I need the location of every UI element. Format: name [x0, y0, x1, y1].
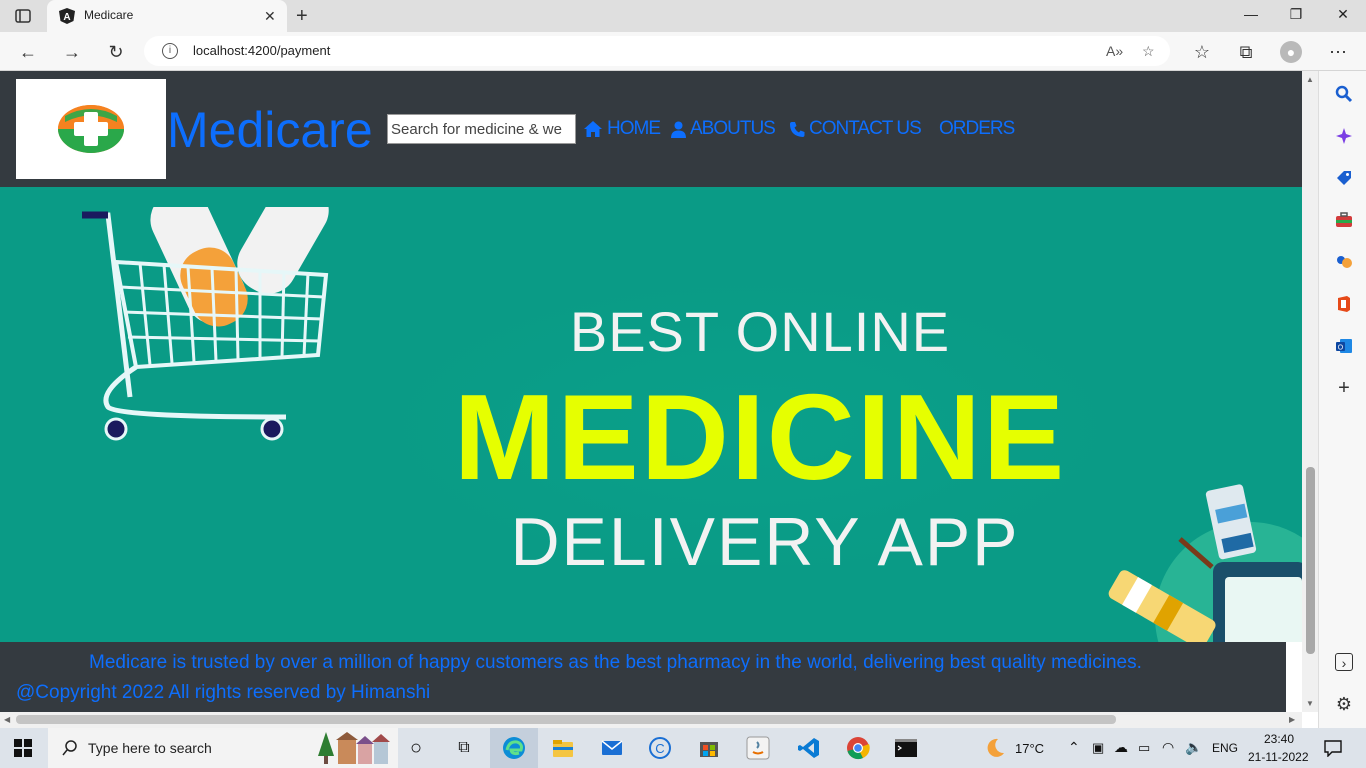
angular-favicon-icon: A [59, 8, 75, 24]
brand-title[interactable]: Medicare [167, 101, 373, 159]
search-icon[interactable] [1335, 85, 1353, 103]
browser-tab-bar: A Medicare ✕ + — ❐ ✕ [0, 0, 1366, 32]
svg-text:A: A [63, 12, 70, 23]
vertical-scroll-thumb[interactable] [1306, 467, 1315, 654]
refresh-icon[interactable]: ↻ [105, 41, 127, 63]
taskbar-search-placeholder: Type here to search [88, 740, 212, 756]
banner-line-1: BEST ONLINE [569, 300, 951, 363]
nav-orders-label: ORDERS [939, 118, 1015, 139]
nav-about-label: ABOUTUS [690, 118, 776, 139]
medical-cross-logo-icon [58, 105, 124, 153]
meet-icon[interactable]: ▣ [1092, 740, 1104, 756]
village-illustration-icon [318, 732, 390, 764]
minimize-icon[interactable]: — [1241, 6, 1261, 22]
clock-date[interactable]: 21-11-2022 [1248, 750, 1309, 764]
site-footer: Medicare is trusted by over a million of… [0, 642, 1286, 712]
battery-icon[interactable]: ▭ [1138, 740, 1150, 756]
footer-tagline: Medicare is trusted by over a million of… [89, 652, 1142, 673]
scroll-left-icon[interactable]: ◀ [4, 715, 10, 724]
clock-time[interactable]: 23:40 [1264, 732, 1294, 746]
games-icon[interactable] [1335, 253, 1353, 271]
url-text[interactable]: localhost:4200/payment [193, 43, 330, 58]
cloud-icon[interactable]: ☁ [1114, 739, 1128, 756]
task-view-icon[interactable]: ⧉ [452, 736, 476, 760]
terminal-icon[interactable] [894, 736, 918, 760]
phone-icon [790, 121, 805, 137]
outlook-icon[interactable]: O [1335, 337, 1353, 355]
site-header: Medicare HOME ABOUTUS CONTACT US ORDERS [0, 71, 1302, 187]
user-icon [671, 121, 686, 138]
edge-browser-icon[interactable] [502, 736, 526, 760]
nav-home-label: HOME [607, 118, 661, 139]
wifi-icon[interactable]: ◠ [1162, 739, 1174, 756]
footer-copyright: @Copyright 2022 All rights reserved by H… [16, 682, 431, 703]
logo[interactable] [16, 79, 166, 179]
read-aloud-icon[interactable]: A» [1106, 43, 1123, 59]
volume-icon[interactable]: 🔈 [1185, 739, 1202, 756]
hide-sidebar-icon[interactable]: › [1335, 653, 1353, 671]
scroll-up-icon[interactable]: ▲ [1306, 75, 1314, 84]
close-window-icon[interactable]: ✕ [1333, 6, 1353, 23]
search-icon [62, 740, 77, 756]
nav-contact-label: CONTACT US [809, 118, 922, 139]
add-sidebar-app-icon[interactable]: + [1335, 378, 1353, 398]
nav-contact-link[interactable]: CONTACT US [789, 118, 922, 140]
close-tab-icon[interactable]: ✕ [264, 8, 276, 25]
svg-text:O: O [1338, 345, 1344, 352]
cortana-icon[interactable]: ○ [404, 736, 428, 760]
java-icon[interactable] [746, 736, 770, 760]
nav-orders-link[interactable]: ORDERS [939, 118, 1015, 140]
scroll-down-icon[interactable]: ▼ [1306, 699, 1314, 708]
weather-moon-icon[interactable] [984, 737, 1006, 759]
vscode-icon[interactable] [797, 736, 821, 760]
tab-title: Medicare [84, 8, 134, 22]
medicine-bottles-icon [1108, 484, 1302, 642]
store-icon[interactable] [697, 736, 721, 760]
horizontal-scroll-thumb[interactable] [16, 715, 1116, 724]
nav-home-link[interactable]: HOME [583, 118, 661, 140]
input-language[interactable]: ENG [1212, 741, 1238, 755]
add-favorite-icon[interactable]: ☆ [1142, 43, 1155, 60]
edge-sidebar: O + › ⚙ [1318, 71, 1366, 728]
settings-gear-icon[interactable]: ⚙ [1335, 695, 1353, 713]
chevron-up-icon[interactable]: ⌃ [1068, 739, 1080, 756]
restore-icon[interactable]: ❐ [1286, 6, 1306, 23]
address-bar[interactable]: i localhost:4200/payment A» ☆ [144, 36, 1170, 66]
browser-tab[interactable]: A Medicare ✕ [47, 0, 287, 32]
site-info-icon[interactable]: i [162, 43, 178, 59]
vertical-scrollbar[interactable]: ▲ ▼ [1302, 71, 1318, 712]
forward-icon[interactable]: → [61, 41, 83, 63]
more-options-icon[interactable]: ⋯ [1327, 41, 1349, 63]
weather-temperature[interactable]: 17°C [1015, 741, 1044, 756]
browser-toolbar: ← → ↻ i localhost:4200/payment A» ☆ ☆ ⧉ … [0, 32, 1366, 71]
windows-start-icon[interactable] [14, 739, 32, 757]
nav-about-link[interactable]: ABOUTUS [671, 118, 776, 140]
horizontal-scrollbar[interactable]: ◀ ▶ [0, 712, 1302, 728]
new-tab-icon[interactable]: + [296, 5, 308, 28]
favorites-icon[interactable]: ☆ [1191, 41, 1213, 63]
svg-text:C: C [655, 741, 664, 756]
discover-sparkle-icon[interactable] [1335, 127, 1353, 145]
home-icon [584, 121, 602, 137]
scroll-right-icon[interactable]: ▶ [1289, 715, 1295, 724]
tab-actions-icon[interactable] [14, 7, 32, 25]
notifications-icon[interactable] [1324, 739, 1342, 757]
file-explorer-icon[interactable] [551, 736, 575, 760]
back-icon[interactable]: ← [17, 41, 39, 63]
taskbar-search-box[interactable]: Type here to search [48, 728, 398, 768]
shopping-tag-icon[interactable] [1335, 169, 1353, 187]
medicine-search-input[interactable] [387, 114, 576, 144]
office-icon[interactable] [1335, 295, 1353, 313]
chrome-icon[interactable] [846, 736, 870, 760]
mail-icon[interactable] [600, 736, 624, 760]
collections-icon[interactable]: ⧉ [1235, 41, 1257, 63]
copyright-app-icon[interactable]: C [648, 736, 672, 760]
windows-taskbar: Type here to search ○ ⧉ C 17°C ⌃ ▣ ☁ ▭ ◠… [0, 728, 1366, 768]
profile-avatar[interactable]: ● [1280, 41, 1302, 63]
page-viewport: Medicare HOME ABOUTUS CONTACT US ORDERS [0, 71, 1302, 712]
hero-banner: BEST ONLINE MEDICINE DELIVERY APP [0, 187, 1302, 642]
tools-briefcase-icon[interactable] [1335, 211, 1353, 229]
